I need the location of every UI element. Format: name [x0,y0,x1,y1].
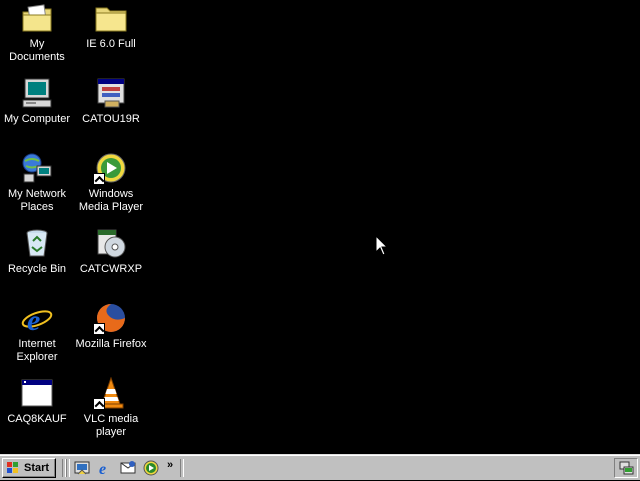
media-player-icon [93,152,127,185]
start-label: Start [24,462,50,474]
windows-logo-icon [6,462,20,474]
outlook-express-icon[interactable] [120,460,136,476]
desktop-icon-internet-explorer[interactable]: e Internet Explorer [0,302,74,364]
icon-label: Windows Media Player [78,188,144,213]
recycle-bin-icon [21,227,53,259]
desktop-icon-recycle-bin[interactable]: Recycle Bin [0,227,74,276]
vlc-cone-icon [93,376,127,410]
shortcut-arrow-icon [93,398,105,410]
system-tray [614,458,638,478]
icon-label: Recycle Bin [7,263,67,275]
desktop-icon-ie-6-0-full[interactable]: IE 6.0 Full [74,2,148,51]
network-tray-icon[interactable] [618,460,634,476]
firefox-icon [93,302,127,335]
my-documents-icon [21,2,53,34]
icon-label: CATOU19R [82,113,140,125]
desktop[interactable]: My Documents My Computer My Network Plac… [0,0,640,454]
icon-label: CATCWRXP [79,263,143,275]
icon-label: Internet Explorer [16,338,58,363]
desktop-icon-catou19r[interactable]: CATOU19R [74,77,148,126]
icon-label: IE 6.0 Full [86,38,136,50]
desktop-icon-mozilla-firefox[interactable]: Mozilla Firefox [74,302,148,351]
network-places-icon [21,152,53,184]
icon-label: My Computer [3,113,71,125]
svg-text:e: e [27,304,40,334]
desktop-icon-windows-media-player[interactable]: Windows Media Player [74,152,148,214]
desktop-icon-my-computer[interactable]: My Computer [0,77,74,126]
start-button[interactable]: Start [2,458,56,478]
taskbar-separator [66,459,70,477]
icon-label: My Documents [9,38,65,63]
application-window-icon [95,77,127,109]
svg-text:e: e [99,461,106,476]
taskbar-separator [180,459,184,477]
icon-label: VLC media player [83,413,139,438]
show-desktop-icon[interactable] [74,460,90,476]
internet-explorer-icon: e [21,302,53,337]
desktop-icon-my-documents[interactable]: My Documents [0,2,74,64]
desktop-icon-caq8kauf[interactable]: CAQ8KAUF [0,377,74,426]
desktop-icon-vlc-media-player[interactable]: VLC media player [74,376,148,439]
icon-label: Mozilla Firefox [75,338,147,350]
icon-label: My Network Places [7,188,67,213]
my-computer-icon [21,77,53,109]
desktop-icon-catcwrxp[interactable]: CATCWRXP [74,227,148,276]
icon-label: CAQ8KAUF [7,413,67,425]
internet-explorer-quicklaunch-icon[interactable]: e [97,460,113,478]
shortcut-arrow-icon [93,173,105,185]
taskbar: Start e » [0,454,640,480]
desktop-icon-my-network-places[interactable]: My Network Places [0,152,74,214]
mouse-cursor-icon [375,234,389,256]
media-player-quicklaunch-icon[interactable] [143,460,159,476]
folder-icon [95,2,127,34]
blank-window-icon [21,377,53,409]
quicklaunch-chevron-icon[interactable]: » [167,459,173,471]
cd-installer-icon [95,227,127,259]
shortcut-arrow-icon [93,323,105,335]
